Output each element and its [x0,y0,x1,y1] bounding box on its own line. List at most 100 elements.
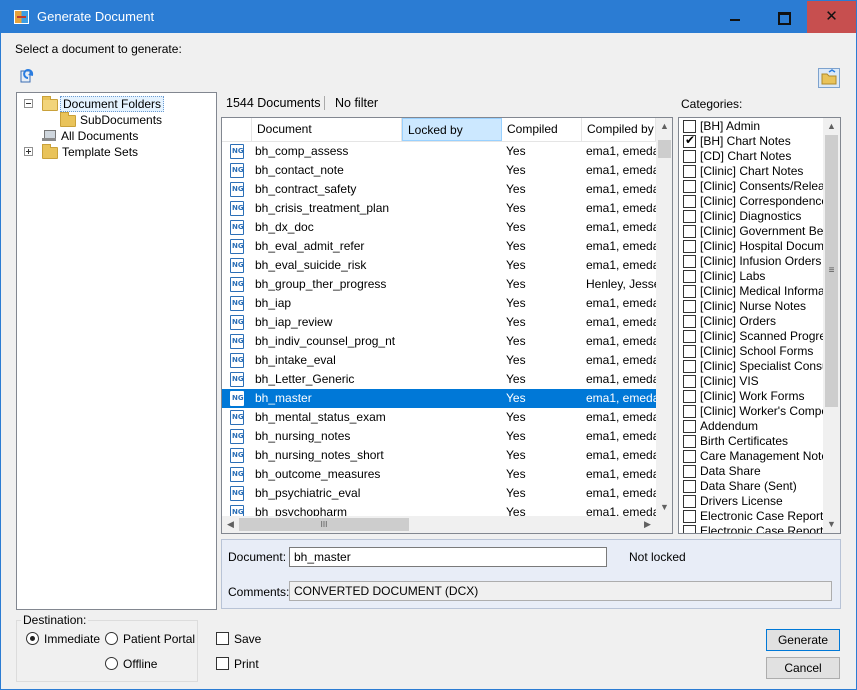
cancel-button[interactable]: Cancel [766,657,840,679]
immediate-radio[interactable] [26,632,39,645]
category-checkbox[interactable] [683,270,696,283]
category-checkbox[interactable] [683,315,696,328]
category-checkbox[interactable] [683,435,696,448]
category-item[interactable]: [BH] Chart Notes [681,134,823,149]
category-item[interactable]: Data Share [681,464,823,479]
category-item[interactable]: Electronic Case Reportability [681,524,823,533]
table-row[interactable]: bh_eval_suicide_risk Yes ema1, emedapp [222,256,656,275]
folder-tree[interactable]: Document Folders SubDocuments All Docume… [16,92,217,610]
tree-item-subdocuments[interactable]: SubDocuments [60,112,210,128]
category-item[interactable]: Electronic Case Report (Sent) [681,509,823,524]
category-checkbox[interactable] [683,360,696,373]
table-row[interactable]: bh_eval_admit_refer Yes ema1, emedapp [222,237,656,256]
patient-portal-label[interactable]: Patient Portal [123,632,195,646]
category-item[interactable]: [Clinic] Specialist Consultation [681,359,823,374]
maximize-button[interactable] [760,1,806,33]
category-checkbox[interactable] [683,405,696,418]
save-checkbox[interactable] [216,632,229,645]
category-checkbox[interactable] [683,134,696,148]
category-item[interactable]: [Clinic] Diagnostics [681,209,823,224]
category-item[interactable]: [BH] Admin [681,119,823,134]
expand-icon[interactable] [24,147,33,156]
table-row[interactable]: bh_indiv_counsel_prog_nt Yes ema1, emedapp [222,332,656,351]
grid-horizontal-scrollbar[interactable]: ◀ III ▶ [222,516,656,533]
category-item[interactable]: [Clinic] Chart Notes [681,164,823,179]
category-checkbox[interactable] [683,255,696,268]
category-item[interactable]: [Clinic] Nurse Notes [681,299,823,314]
category-checkbox[interactable] [683,240,696,253]
table-row[interactable]: bh_outcome_measures Yes ema1, emedapp [222,465,656,484]
print-label[interactable]: Print [234,657,259,671]
category-item[interactable]: [Clinic] School Forms [681,344,823,359]
category-item[interactable]: Care Management Notes [681,449,823,464]
minimize-button[interactable] [713,1,759,33]
category-item[interactable]: [Clinic] Orders [681,314,823,329]
category-checkbox[interactable] [683,375,696,388]
table-row[interactable]: bh_mental_status_exam Yes ema1, emedapp [222,408,656,427]
category-item[interactable]: [Clinic] Infusion Orders [681,254,823,269]
table-row[interactable]: bh_contact_note Yes ema1, emedapp [222,161,656,180]
category-checkbox[interactable] [683,195,696,208]
category-item[interactable]: [Clinic] VIS [681,374,823,389]
table-row[interactable]: bh_nursing_notes Yes ema1, emedapp [222,427,656,446]
category-item[interactable]: [Clinic] Government Benefits [681,224,823,239]
scroll-down-icon[interactable]: ▼ [656,499,672,516]
scroll-down-icon[interactable]: ▼ [823,516,840,533]
scroll-thumb[interactable]: ≡ [825,135,838,407]
category-checkbox[interactable] [683,120,696,133]
categories-list[interactable]: [BH] Admin[BH] Chart Notes[CD] Chart Not… [678,117,841,534]
column-header-compiled[interactable]: Compiled [502,118,582,141]
table-row[interactable]: bh_iap Yes ema1, emedapp [222,294,656,313]
category-item[interactable]: Drivers License [681,494,823,509]
print-checkbox[interactable] [216,657,229,670]
table-row[interactable]: bh_dx_doc Yes ema1, emedapp [222,218,656,237]
scroll-up-icon[interactable]: ▲ [656,118,672,135]
scroll-up-icon[interactable]: ▲ [823,118,840,135]
category-item[interactable]: [Clinic] Consents/Releases [681,179,823,194]
category-item[interactable]: [Clinic] Worker's Compensation [681,404,823,419]
column-header-compiled-by[interactable]: Compiled by [582,118,656,141]
refresh-icon[interactable] [19,69,35,85]
immediate-label[interactable]: Immediate [44,632,100,646]
category-checkbox[interactable] [683,480,696,493]
close-button[interactable]: ✕ [807,1,856,33]
save-label[interactable]: Save [234,632,261,646]
generate-button[interactable]: Generate [766,629,840,651]
table-row[interactable]: bh_intake_eval Yes ema1, emedapp [222,351,656,370]
documents-grid[interactable]: Document Locked by Compiled Compiled by … [221,117,673,534]
category-checkbox[interactable] [683,390,696,403]
category-checkbox[interactable] [683,495,696,508]
table-row[interactable]: bh_Letter_Generic Yes ema1, emedapp [222,370,656,389]
category-checkbox[interactable] [683,420,696,433]
category-checkbox[interactable] [683,510,696,523]
category-item[interactable]: Data Share (Sent) [681,479,823,494]
category-item[interactable]: [Clinic] Medical Information [681,284,823,299]
table-row[interactable]: bh_master Yes ema1, emedapp [222,389,656,408]
offline-radio[interactable] [105,657,118,670]
category-item[interactable]: [Clinic] Work Forms [681,389,823,404]
tree-item-all-documents[interactable]: All Documents [42,128,212,144]
category-checkbox[interactable] [683,300,696,313]
category-checkbox[interactable] [683,210,696,223]
category-item[interactable]: [Clinic] Labs [681,269,823,284]
tree-item-template-sets[interactable]: Template Sets [24,144,214,160]
category-item[interactable]: Birth Certificates [681,434,823,449]
open-folder-icon[interactable] [818,68,840,88]
category-checkbox[interactable] [683,165,696,178]
collapse-icon[interactable] [24,99,33,108]
patient-portal-radio[interactable] [105,632,118,645]
category-checkbox[interactable] [683,450,696,463]
scroll-thumb[interactable]: III [239,518,409,531]
categories-scrollbar[interactable]: ▲ ≡ ▼ [823,118,840,533]
category-item[interactable]: [CD] Chart Notes [681,149,823,164]
category-checkbox[interactable] [683,345,696,358]
comments-field[interactable]: CONVERTED DOCUMENT (DCX) [289,581,832,601]
category-checkbox[interactable] [683,285,696,298]
category-checkbox[interactable] [683,150,696,163]
category-item[interactable]: Addendum [681,419,823,434]
category-item[interactable]: [Clinic] Scanned Progress [681,329,823,344]
table-row[interactable]: bh_contract_safety Yes ema1, emedapp [222,180,656,199]
table-row[interactable]: bh_crisis_treatment_plan Yes ema1, emedapp [222,199,656,218]
table-row[interactable]: bh_iap_review Yes ema1, emedapp [222,313,656,332]
category-checkbox[interactable] [683,225,696,238]
